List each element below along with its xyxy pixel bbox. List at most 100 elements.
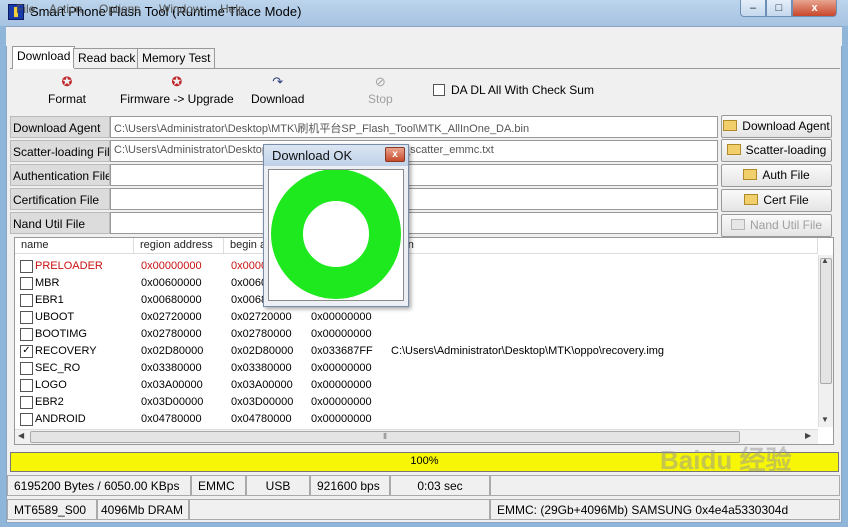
status-speed: 6195200 Bytes / 6050.00 KBps <box>7 475 191 496</box>
menu-window[interactable]: Window <box>159 2 202 16</box>
vertical-scroll-thumb[interactable] <box>820 258 832 384</box>
auth-file-field[interactable] <box>110 164 718 186</box>
region-address: 0x02720000 <box>141 311 202 323</box>
scatter-file-field[interactable]: C:\Users\Administrator\Desktop\ _scatter… <box>110 140 718 162</box>
row-checkbox[interactable] <box>20 311 33 324</box>
region-address: 0x02780000 <box>141 328 202 340</box>
dialog-title: Download OK <box>272 148 353 163</box>
row-checkbox[interactable]: ✓ <box>20 345 33 358</box>
download-button[interactable]: ↷ Download <box>251 74 304 107</box>
partition-name: BOOTIMG <box>35 328 87 340</box>
scroll-left-arrow-icon[interactable]: ◀ <box>18 431 24 440</box>
row-checkbox[interactable] <box>20 260 33 273</box>
dialog-close-button[interactable]: x <box>385 147 405 162</box>
row-checkbox[interactable] <box>20 328 33 341</box>
table-row[interactable]: MBR 0x00600000 0x0060 <box>15 275 817 292</box>
region-address: 0x00680000 <box>141 294 202 306</box>
menu-options[interactable]: Options <box>99 2 140 16</box>
stop-icon: ⊘ <box>374 74 386 89</box>
folder-icon <box>726 144 741 155</box>
scatter-loading-button[interactable]: Scatter-loading <box>721 139 832 162</box>
menu-file[interactable]: File <box>16 2 35 16</box>
download-agent-button-label: Download Agent <box>742 119 830 133</box>
stop-button[interactable]: ⊘ Stop <box>368 74 393 107</box>
table-row[interactable]: UBOOT 0x02720000 0x02720000 0x00000000 <box>15 309 817 326</box>
firmware-upgrade-button[interactable]: ✪ Firmware -> Upgrade <box>120 75 234 107</box>
table-row[interactable]: PRELOADER 0x00000000 0x0000 <box>15 258 817 275</box>
menu-action[interactable]: Action <box>49 2 82 16</box>
status-empty <box>490 475 840 496</box>
watermark: Baidu 经验 <box>660 445 792 475</box>
scatter-file-path: C:\Users\Administrator\Desktop\ <box>114 144 272 156</box>
table-row[interactable]: SEC_RO 0x03380000 0x03380000 0x00000000 <box>15 360 817 377</box>
menu-bar <box>6 27 842 46</box>
partition-name: PRELOADER <box>35 260 103 272</box>
row-checkbox[interactable] <box>20 379 33 392</box>
tab-download[interactable]: Download <box>12 46 76 69</box>
success-ring <box>271 170 401 299</box>
checksum-checkbox[interactable] <box>433 84 445 96</box>
download-icon: ↷ <box>272 74 284 89</box>
cert-file-button[interactable]: Cert File <box>721 189 832 212</box>
end-address: 0x00000000 <box>311 379 372 391</box>
close-button[interactable]: x <box>792 0 837 17</box>
begin-address: 0x03A00000 <box>231 379 293 391</box>
format-label: Format <box>48 92 87 106</box>
cert-file-label: Certification File <box>10 188 110 210</box>
end-address: 0x00000000 <box>311 362 372 374</box>
table-row[interactable]: EBR1 0x00680000 0x0068 <box>15 292 817 309</box>
tab-read-back[interactable]: Read back <box>73 48 141 68</box>
end-address: 0x00000000 <box>311 413 372 425</box>
partition-name: ANDROID <box>35 413 86 425</box>
region-address: 0x02D80000 <box>141 345 204 357</box>
table-row[interactable]: BOOTIMG 0x02780000 0x02780000 0x00000000 <box>15 326 817 343</box>
end-address: 0x00000000 <box>311 328 372 340</box>
cert-file-field[interactable] <box>110 188 718 210</box>
partition-name: LOGO <box>35 379 67 391</box>
tab-memory-test[interactable]: Memory Test <box>137 48 216 68</box>
column-header-location[interactable]: ation <box>384 238 818 254</box>
begin-address: 0x0000 <box>231 260 268 272</box>
scroll-right-arrow-icon[interactable]: ▶ <box>805 431 811 440</box>
folder-icon <box>744 194 759 205</box>
row-checkbox[interactable] <box>20 413 33 426</box>
region-address: 0x00600000 <box>141 277 202 289</box>
table-row[interactable]: ✓ RECOVERY 0x02D80000 0x02D80000 0x033687FF C… <box>15 343 817 360</box>
scatter-file-tail: _scatter_emmc.txt <box>404 144 494 156</box>
region-address: 0x03D00000 <box>141 396 204 408</box>
end-address: 0x033687FF <box>311 345 373 357</box>
horizontal-scroll-thumb[interactable]: ⦀ <box>30 431 740 443</box>
status-dram: 4096Mb DRAM <box>97 499 189 520</box>
download-agent-button[interactable]: Download Agent <box>721 115 832 138</box>
scroll-down-arrow-icon[interactable]: ▼ <box>821 415 829 424</box>
row-checkbox[interactable] <box>20 294 33 307</box>
table-row[interactable]: EBR2 0x03D00000 0x03D00000 0x00000000 <box>15 394 817 411</box>
row-checkbox[interactable] <box>20 362 33 375</box>
table-row[interactable]: ANDROID 0x04780000 0x04780000 0x00000000 <box>15 411 817 428</box>
status-empty-2 <box>189 499 490 520</box>
column-header-region[interactable]: region address <box>134 238 224 254</box>
nand-util-field[interactable] <box>110 212 718 234</box>
auth-file-button-label: Auth File <box>762 168 810 182</box>
begin-address: 0x03D00000 <box>231 396 294 408</box>
nand-util-button[interactable]: Nand Util File <box>721 214 832 237</box>
region-address: 0x03A00000 <box>141 379 203 391</box>
partition-name: SEC_RO <box>35 362 81 374</box>
minimize-button[interactable]: – <box>740 0 766 17</box>
row-checkbox[interactable] <box>20 277 33 290</box>
auth-file-button[interactable]: Auth File <box>721 164 832 187</box>
column-header-name[interactable]: name <box>15 238 134 254</box>
scroll-up-arrow-icon[interactable]: ▲ <box>821 256 829 265</box>
table-row[interactable]: LOGO 0x03A00000 0x03A00000 0x00000000 <box>15 377 817 394</box>
format-button[interactable]: ✪ Format <box>48 75 87 107</box>
row-checkbox[interactable] <box>20 396 33 409</box>
maximize-button[interactable]: □ <box>766 0 792 17</box>
status-storage: EMMC <box>191 475 246 496</box>
success-ring-icon <box>271 170 401 299</box>
begin-address: 0x02780000 <box>231 328 292 340</box>
menu-help[interactable]: Help <box>220 2 245 16</box>
download-agent-field[interactable]: C:\Users\Administrator\Desktop\MTK\刷机平台S… <box>110 116 718 138</box>
folder-icon <box>743 169 758 180</box>
partition-name: UBOOT <box>35 311 75 323</box>
download-agent-label: Download Agent <box>10 116 110 138</box>
